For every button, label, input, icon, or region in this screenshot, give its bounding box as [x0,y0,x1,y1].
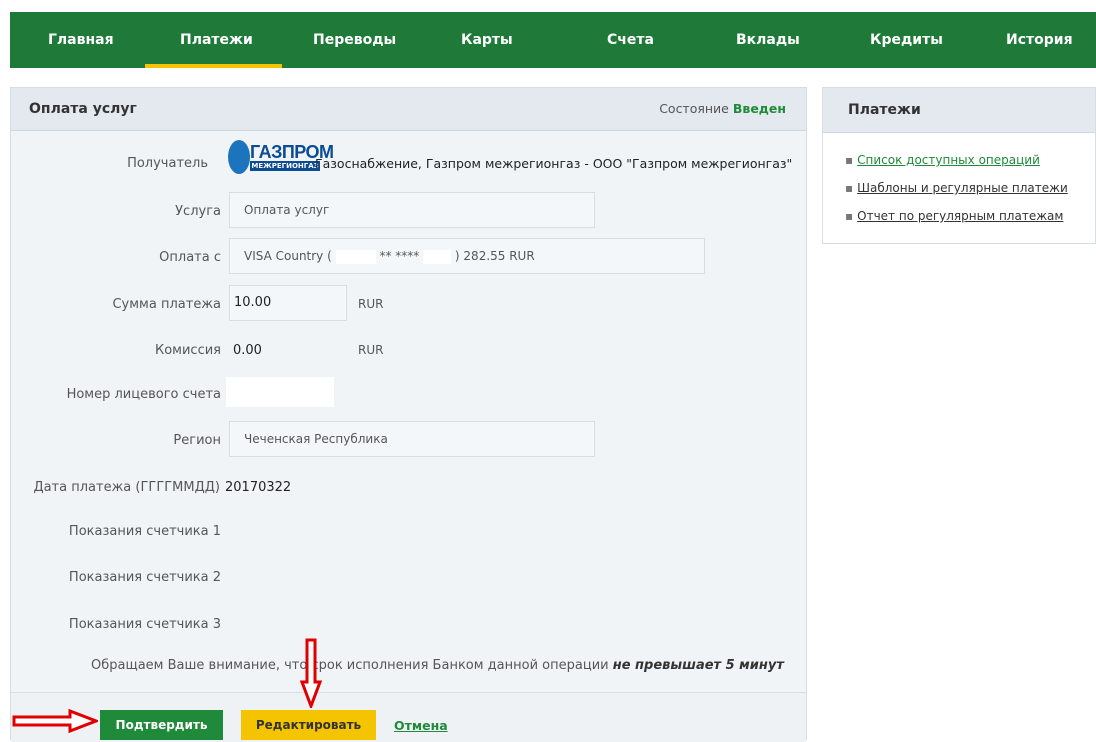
account-number-field[interactable] [226,377,334,407]
recipient-value: Газоснабжение, Газпром межрегионгаз - ОО… [315,156,793,171]
meter3-label: Показания счетчика 3 [68,617,221,632]
processing-notice: Обращаем Ваше внимание, что срок исполне… [91,658,784,673]
bullet-icon: ▪ [845,209,854,223]
amount-label: Сумма платежа [112,297,221,312]
region-field[interactable]: Чеченская Республика [229,421,595,457]
bullet-icon: ▪ [845,153,854,167]
sidebar-link-templates[interactable]: ▪ Шаблоны и регулярные платежи [845,181,1068,195]
sidebar-title: Платежи [848,102,921,118]
nav-item-deposits[interactable]: Вклады [736,12,800,68]
recipient-label: Получатель [127,156,208,171]
masked-card-part [335,249,376,264]
gazprom-logo-subtext: МЕЖРЕГИОНГАЗ [250,161,320,171]
sidebar-link-label: Список доступных операций [857,153,1040,167]
arrow-right-icon [12,709,98,733]
pay-from-label: Оплата с [159,250,221,265]
nav-item-payments[interactable]: Платежи [180,12,253,68]
commission-currency: RUR [358,343,384,357]
meter1-label: Показания счетчика 1 [68,524,221,539]
amount-currency: RUR [358,297,384,311]
status-label: Состояние [659,101,729,116]
notice-emphasis: не превышает 5 минут [612,658,784,673]
payment-panel: Оплата услуг Состояние Введен Получатель … [10,87,807,742]
notice-text: Обращаем Ваше внимание, что срок исполне… [91,658,613,673]
active-tab-indicator [145,64,282,68]
payment-date-value: 20170322 [225,480,292,495]
commission-value: 0.00 [233,343,262,358]
nav-item-history[interactable]: История [1006,12,1073,68]
nav-item-transfers[interactable]: Переводы [313,12,396,68]
panel-title: Оплата услуг [29,101,137,117]
confirm-button[interactable]: Подтвердить [100,710,223,740]
sidebar-link-available-operations[interactable]: ▪ Список доступных операций [845,153,1040,167]
form-actions: Подтвердить Редактировать Отмена [11,692,806,742]
card-name: VISA Country ( [244,249,332,263]
commission-label: Комиссия [154,343,221,358]
card-masked-number: ** **** [379,249,420,263]
payment-date-label: Дата платежа (ГГГГММДД) [33,480,220,495]
region-label: Регион [173,433,221,448]
nav-item-accounts[interactable]: Счета [607,12,654,68]
status-indicator: Состояние Введен [659,88,786,130]
cancel-link[interactable]: Отмена [394,718,448,733]
bullet-icon: ▪ [845,181,854,195]
sidebar-header: Платежи [823,88,1095,133]
edit-button[interactable]: Редактировать [241,710,376,740]
amount-field[interactable]: 10.00 [229,285,347,321]
service-field: Оплата услуг [229,192,595,228]
account-number-label: Номер лицевого счета [66,387,221,402]
gazprom-flame-icon [228,140,250,174]
sidebar-link-label: Отчет по регулярным платежам [857,209,1064,223]
panel-header: Оплата услуг Состояние Введен [11,88,806,131]
sidebar-link-label: Шаблоны и регулярные платежи [857,181,1068,195]
pay-from-field[interactable]: VISA Country ( ** **** ) 282.55 RUR [229,238,705,274]
top-navigation: Главная Платежи Переводы Карты Счета Вкл… [10,12,1096,68]
nav-item-cards[interactable]: Карты [461,12,513,68]
payments-sidebar: Платежи ▪ Список доступных операций ▪ Шабл… [822,87,1096,244]
gazprom-logo: ГАЗПРОМ МЕЖРЕГИОНГАЗ [228,140,334,174]
meter2-label: Показания счетчика 2 [68,570,221,585]
sidebar-link-regular-report[interactable]: ▪ Отчет по регулярным платежам [845,209,1063,223]
masked-card-part-2 [423,249,452,264]
status-value: Введен [732,101,786,116]
card-balance: ) 282.55 RUR [454,249,535,263]
nav-item-credits[interactable]: Кредиты [870,12,943,68]
arrow-down-icon [300,638,322,708]
nav-item-home[interactable]: Главная [48,12,114,68]
service-label: Услуга [175,204,221,219]
